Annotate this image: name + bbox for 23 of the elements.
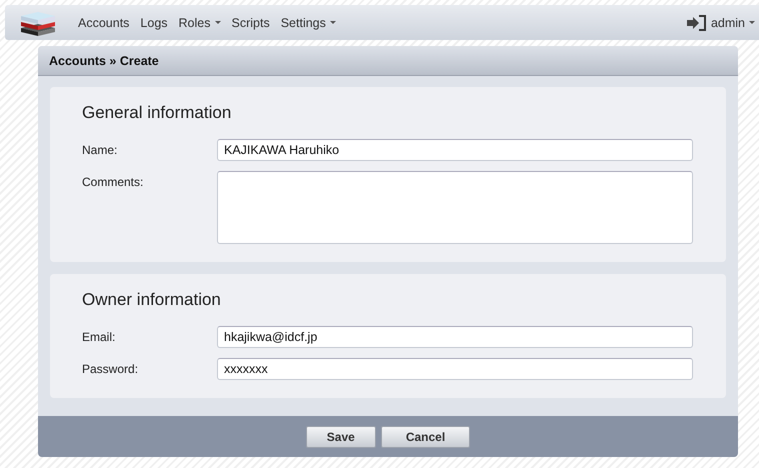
- field-label: Comments:: [82, 174, 144, 189]
- input-field[interactable]: KAJIKAWA Haruhiko: [217, 139, 693, 161]
- field-label: Password:: [82, 361, 140, 376]
- nav-link[interactable]: Logs: [140, 16, 168, 30]
- caret-icon: [330, 21, 336, 24]
- input-field[interactable]: hkajikwa@idcf.jp: [217, 326, 693, 348]
- input-field[interactable]: xxxxxxx: [217, 358, 693, 380]
- caret-icon: [749, 21, 755, 24]
- user-menu[interactable]: admin: [710, 16, 755, 30]
- nav-link[interactable]: Settings: [280, 16, 336, 30]
- section-title: General information: [82, 103, 232, 123]
- field-label: Name:: [82, 142, 118, 157]
- action-button[interactable]: Save: [306, 426, 376, 448]
- action-button[interactable]: Cancel: [380, 426, 470, 448]
- caret-icon: [214, 21, 220, 24]
- nav-link[interactable]: Roles: [178, 16, 220, 30]
- logo-icon[interactable]: [19, 10, 57, 36]
- sign-in-icon: [686, 14, 707, 32]
- nav-link[interactable]: Accounts: [78, 16, 130, 30]
- breadcrumb: Accounts » Create: [49, 54, 159, 68]
- field-label: Email:: [82, 329, 116, 344]
- section-title: Owner information: [82, 290, 222, 310]
- nav-link[interactable]: Scripts: [232, 16, 270, 30]
